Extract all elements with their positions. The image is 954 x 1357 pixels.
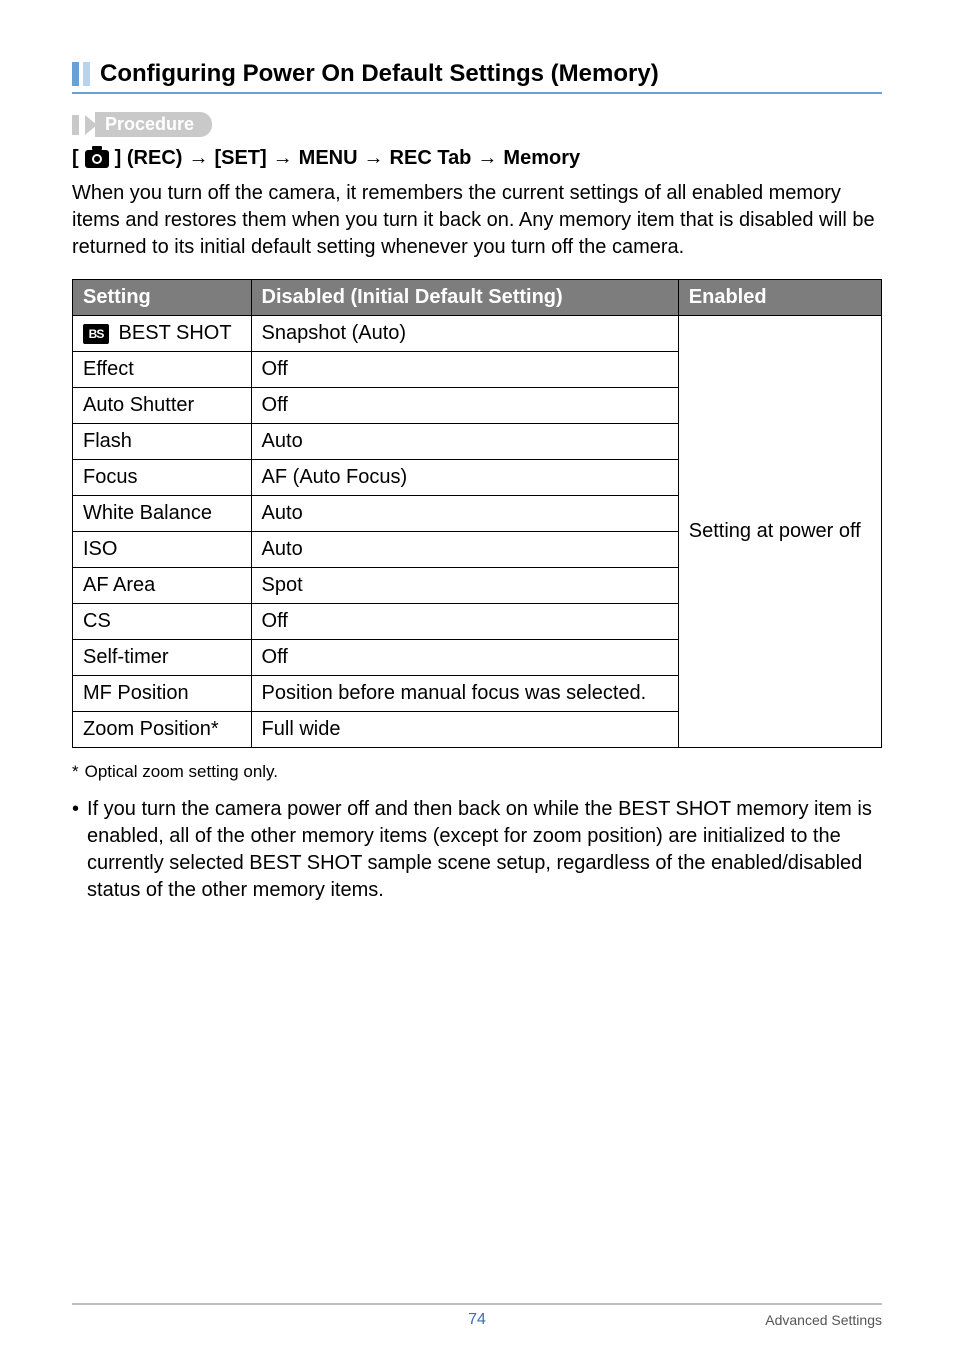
- cell-setting: ISO: [73, 532, 252, 568]
- cell-disabled: Off: [251, 604, 678, 640]
- footer-section: Advanced Settings: [612, 1312, 882, 1328]
- proc-set: [SET]: [214, 147, 266, 170]
- procedure-breadcrumb: [ ] (REC) → [SET] → MENU → REC Tab → Mem…: [72, 147, 882, 170]
- cell-enabled: Setting at power off: [678, 316, 881, 748]
- heading-title: Configuring Power On Default Settings (M…: [100, 60, 659, 88]
- th-enabled: Enabled: [678, 280, 881, 316]
- arrow-icon: →: [364, 147, 384, 170]
- camera-lens-icon: [92, 154, 102, 164]
- proc-rectab: REC Tab: [390, 147, 472, 170]
- page-number: 74: [342, 1311, 612, 1329]
- proc-menu: MENU: [299, 147, 358, 170]
- arrow-icon: →: [188, 147, 208, 170]
- section-heading: Configuring Power On Default Settings (M…: [72, 60, 882, 88]
- cell-disabled: Snapshot (Auto): [251, 316, 678, 352]
- procedure-label-row: Procedure: [72, 112, 882, 137]
- page-footer: 74 Advanced Settings: [72, 1303, 882, 1329]
- cell-setting-text: BEST SHOT: [113, 322, 232, 344]
- bullet-icon: •: [72, 796, 79, 904]
- cell-disabled: Full wide: [251, 712, 678, 748]
- cell-disabled: Position before manual focus was selecte…: [251, 676, 678, 712]
- cell-setting: Focus: [73, 460, 252, 496]
- footer-divider: [72, 1303, 882, 1305]
- cell-disabled: Off: [251, 640, 678, 676]
- procedure-label: Procedure: [95, 112, 212, 137]
- cell-setting: MF Position: [73, 676, 252, 712]
- proc-rec: ] (REC): [115, 147, 183, 170]
- cell-setting: BS BEST SHOT: [73, 316, 252, 352]
- proc-bracket-open: [: [72, 147, 79, 170]
- cell-setting: CS: [73, 604, 252, 640]
- cell-disabled: Auto: [251, 496, 678, 532]
- cell-setting: Zoom Position*: [73, 712, 252, 748]
- note-paragraph: • If you turn the camera power off and t…: [72, 796, 882, 904]
- settings-table: Setting Disabled (Initial Default Settin…: [72, 279, 882, 748]
- heading-accent-bar-dark: [72, 62, 79, 86]
- cell-setting: AF Area: [73, 568, 252, 604]
- body-paragraph: When you turn off the camera, it remembe…: [72, 180, 882, 261]
- cell-disabled: Off: [251, 388, 678, 424]
- cell-disabled: Spot: [251, 568, 678, 604]
- cell-setting: Auto Shutter: [73, 388, 252, 424]
- footnote-marker: *: [72, 762, 79, 782]
- heading-accent-bar-light: [83, 62, 90, 86]
- cell-setting: Flash: [73, 424, 252, 460]
- cell-setting: Effect: [73, 352, 252, 388]
- table-row: BS BEST SHOTSnapshot (Auto)Setting at po…: [73, 316, 882, 352]
- footnote-text: Optical zoom setting only.: [85, 762, 278, 782]
- cell-disabled: Off: [251, 352, 678, 388]
- cell-disabled: Auto: [251, 424, 678, 460]
- arrow-icon: →: [273, 147, 293, 170]
- camera-icon: [85, 150, 109, 168]
- arrow-icon: →: [477, 147, 497, 170]
- heading-underline: [72, 92, 882, 94]
- cell-disabled: AF (Auto Focus): [251, 460, 678, 496]
- bs-icon: BS: [83, 324, 109, 344]
- cell-setting: Self-timer: [73, 640, 252, 676]
- cell-disabled: Auto: [251, 532, 678, 568]
- proc-memory: Memory: [503, 147, 580, 170]
- note-text: If you turn the camera power off and the…: [87, 796, 882, 904]
- th-setting: Setting: [73, 280, 252, 316]
- cell-setting: White Balance: [73, 496, 252, 532]
- th-disabled: Disabled (Initial Default Setting): [251, 280, 678, 316]
- footnote: * Optical zoom setting only.: [72, 762, 882, 782]
- procedure-bar: [72, 115, 79, 135]
